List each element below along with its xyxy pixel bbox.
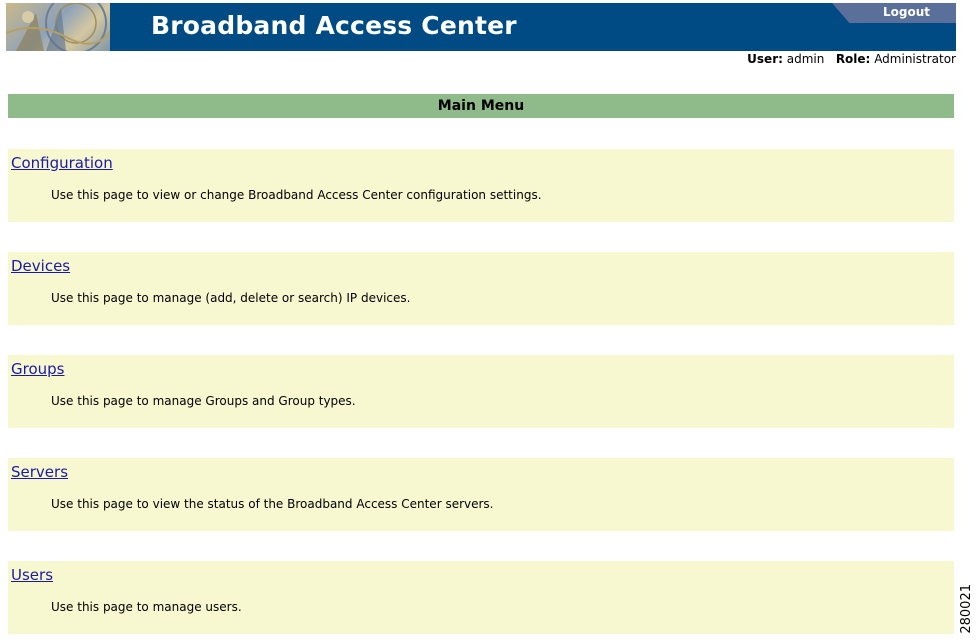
devices-description: Use this page to manage (add, delete or … [51, 291, 411, 305]
role-value: Administrator [874, 52, 956, 66]
logo-image [6, 3, 110, 51]
menu-section-users: Users Use this page to manage users. [8, 561, 954, 634]
app-title: Broadband Access Center [151, 11, 517, 40]
broadband-photo-logo-icon [6, 3, 110, 51]
servers-description: Use this page to view the status of the … [51, 497, 494, 511]
groups-description: Use this page to manage Groups and Group… [51, 394, 356, 408]
user-info: User: admin Role: Administrator [747, 52, 956, 66]
users-description: Use this page to manage users. [51, 600, 242, 614]
configuration-description: Use this page to view or change Broadban… [51, 188, 542, 202]
servers-link[interactable]: Servers [11, 463, 68, 481]
groups-link[interactable]: Groups [11, 360, 64, 378]
main-menu-title: Main Menu [8, 94, 954, 118]
users-link[interactable]: Users [11, 566, 53, 584]
header-banner: Broadband Access Center Logout [6, 3, 956, 51]
configuration-link[interactable]: Configuration [11, 154, 113, 172]
user-label: User: [747, 52, 783, 66]
logout-button[interactable]: Logout [832, 3, 956, 23]
menu-section-servers: Servers Use this page to view the status… [8, 458, 954, 531]
menu-section-groups: Groups Use this page to manage Groups an… [8, 355, 954, 428]
logout-label: Logout [882, 5, 930, 19]
devices-link[interactable]: Devices [11, 257, 70, 275]
role-label: Role: [835, 52, 871, 66]
user-value: admin [786, 52, 825, 66]
menu-section-configuration: Configuration Use this page to view or c… [8, 149, 954, 222]
figure-id: 280021 [959, 584, 974, 634]
menu-section-devices: Devices Use this page to manage (add, de… [8, 252, 954, 325]
page: Broadband Access Center Logout User: adm… [0, 0, 978, 642]
